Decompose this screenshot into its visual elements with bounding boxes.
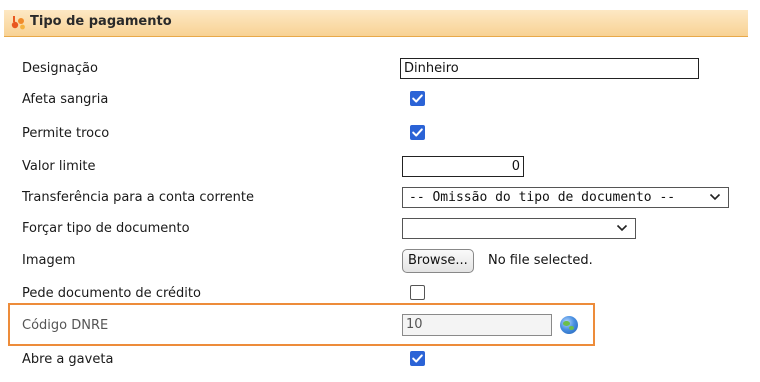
payment-type-icon — [10, 14, 28, 32]
transferencia-label: Transferência para a conta corrente — [22, 190, 254, 205]
permite-troco-checkbox[interactable] — [410, 125, 425, 140]
pede-documento-label: Pede documento de crédito — [22, 286, 201, 301]
transferencia-selected: -- Omissão do tipo de documento -- — [409, 190, 676, 205]
globe-icon[interactable] — [560, 316, 578, 334]
imagem-label: Imagem — [22, 253, 76, 268]
codigo-dnre-input[interactable]: 10 — [402, 314, 552, 336]
valor-limite-label: Valor limite — [22, 159, 96, 174]
row-permite-troco: Permite troco — [4, 124, 748, 156]
panel-header: Tipo de pagamento — [4, 10, 748, 37]
permite-troco-label: Permite troco — [22, 126, 110, 141]
row-valor-limite: Valor limite 0 — [4, 156, 748, 188]
row-designacao: Designação Dinheiro — [4, 58, 748, 90]
panel-title: Tipo de pagamento — [30, 14, 172, 29]
designacao-label: Designação — [22, 61, 98, 76]
abre-gaveta-checkbox[interactable] — [410, 351, 425, 366]
forcar-tipo-select[interactable] — [402, 218, 636, 239]
row-afeta-sangria: Afeta sangria — [4, 90, 748, 122]
checkmark-icon — [412, 94, 423, 103]
row-codigo-dnre: Código DNRE 10 — [4, 314, 748, 346]
designacao-input[interactable]: Dinheiro — [400, 58, 699, 79]
forcar-tipo-label: Forçar tipo de documento — [22, 221, 190, 236]
checkmark-icon — [412, 354, 423, 363]
row-imagem: Imagem Browse... No file selected. — [4, 248, 748, 280]
checkmark-icon — [412, 128, 423, 137]
transferencia-select[interactable]: -- Omissão do tipo de documento -- — [402, 187, 729, 208]
chevron-down-icon — [709, 193, 721, 201]
payment-type-panel: Tipo de pagamento Designação Dinheiro Af… — [4, 0, 756, 378]
valor-limite-input[interactable]: 0 — [402, 156, 524, 177]
afeta-sangria-checkbox[interactable] — [410, 91, 425, 106]
chevron-down-icon — [616, 224, 628, 232]
pede-documento-checkbox[interactable] — [410, 285, 425, 300]
row-forcar-tipo: Forçar tipo de documento — [4, 218, 748, 250]
afeta-sangria-label: Afeta sangria — [22, 92, 109, 107]
row-abre-gaveta: Abre a gaveta — [4, 350, 748, 382]
browse-button[interactable]: Browse... — [402, 249, 474, 273]
file-status-text: No file selected. — [488, 253, 593, 268]
abre-gaveta-label: Abre a gaveta — [22, 352, 114, 367]
codigo-dnre-label: Código DNRE — [22, 318, 109, 333]
row-transferencia: Transferência para a conta corrente -- O… — [4, 187, 748, 219]
